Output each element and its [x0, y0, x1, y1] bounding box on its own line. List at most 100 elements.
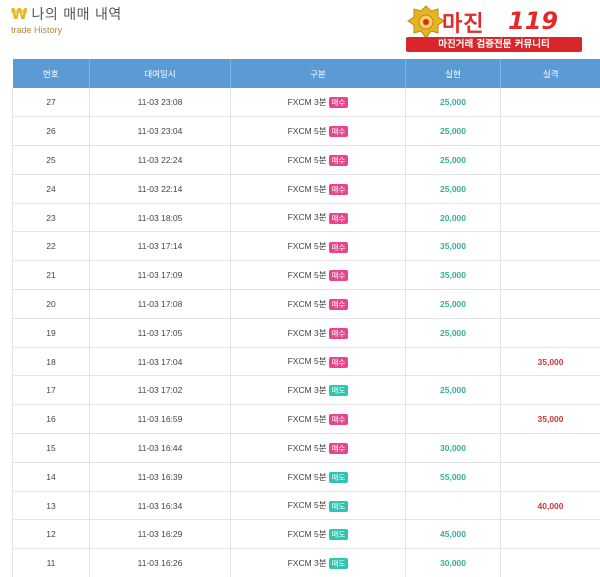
row-category: FXCM 5분 매도 — [230, 462, 406, 492]
row-number: 24 — [12, 174, 90, 204]
buy-badge: 매수 — [328, 327, 349, 339]
buy-badge: 매수 — [328, 414, 349, 426]
row-product: FXCM 5분 — [287, 154, 327, 165]
row-datetime: 11-03 17:08 — [89, 289, 231, 319]
table-row: 21 11-03 17:09 FXCM 5분 매수 35,000 — [12, 260, 600, 291]
table-row: 13 11-03 16:34 FXCM 5분 매도 40,000 — [12, 491, 600, 521]
row-category: FXCM 5분 매수 — [230, 347, 406, 377]
row-realized — [405, 347, 501, 377]
page-header: ₩ 나의 매매 내역 trade History 마진 119 마진거래 검증전… — [0, 0, 600, 56]
row-realized: 25,000 — [405, 174, 501, 204]
row-realized: 35,000 — [405, 260, 501, 291]
sell-badge: 매도 — [328, 558, 349, 570]
row-category: FXCM 3분 매수 — [230, 203, 406, 233]
logo-number: 119 — [508, 7, 559, 35]
row-realized: 25,000 — [405, 375, 501, 406]
row-failed — [500, 260, 600, 291]
table-row: 12 11-03 16:29 FXCM 5분 매도 45,000 — [12, 519, 600, 550]
table-row: 17 11-03 17:02 FXCM 3분 매도 25,000 — [12, 375, 600, 406]
row-number: 16 — [12, 404, 90, 435]
row-category: FXCM 5분 매도 — [230, 491, 406, 521]
column-header-number: 번호 — [12, 59, 90, 88]
row-number: 12 — [12, 519, 90, 550]
row-failed — [500, 433, 600, 463]
row-failed: 35,000 — [500, 404, 600, 435]
table-row: 24 11-03 22:14 FXCM 5분 매수 25,000 — [12, 174, 600, 204]
sell-badge: 매도 — [328, 529, 349, 541]
row-number: 11 — [12, 548, 90, 577]
row-realized: 20,000 — [405, 203, 501, 233]
column-header-realized: 실현 — [405, 59, 501, 88]
row-number: 21 — [12, 260, 90, 291]
row-number: 19 — [12, 318, 90, 348]
row-number: 20 — [12, 289, 90, 319]
table-row: 11 11-03 16:26 FXCM 3분 매도 30,000 — [12, 548, 600, 577]
row-datetime: 11-03 17:05 — [89, 318, 231, 348]
row-category: FXCM 3분 매수 — [230, 88, 406, 118]
table-row: 15 11-03 16:44 FXCM 5분 매수 30,000 — [12, 433, 600, 463]
row-realized: 25,000 — [405, 88, 501, 118]
row-product: FXCM 3분 — [287, 212, 327, 223]
row-category: FXCM 5분 매수 — [230, 289, 406, 319]
row-realized: 55,000 — [405, 462, 501, 492]
row-datetime: 11-03 16:29 — [89, 519, 231, 550]
row-number: 23 — [12, 203, 90, 233]
row-product: FXCM 5분 — [287, 183, 327, 194]
row-product: FXCM 5분 — [287, 500, 327, 511]
row-datetime: 11-03 22:24 — [89, 145, 231, 175]
table-row: 26 11-03 23:04 FXCM 5분 매수 25,000 — [12, 116, 600, 147]
row-product: FXCM 3분 — [287, 327, 327, 338]
row-category: FXCM 5분 매수 — [230, 260, 406, 291]
row-number: 25 — [12, 145, 90, 175]
row-failed — [500, 116, 600, 147]
row-datetime: 11-03 17:02 — [89, 375, 231, 406]
row-datetime: 11-03 17:14 — [89, 231, 231, 262]
sell-badge: 매도 — [328, 500, 349, 512]
row-realized — [405, 491, 501, 521]
row-realized: 45,000 — [405, 519, 501, 550]
table-row: 27 11-03 23:08 FXCM 3분 매수 25,000 — [12, 88, 600, 118]
table-row: 23 11-03 18:05 FXCM 3분 매수 20,000 — [12, 203, 600, 233]
row-product: FXCM 5분 — [287, 414, 327, 425]
row-number: 17 — [12, 375, 90, 406]
row-datetime: 11-03 17:04 — [89, 347, 231, 377]
row-datetime: 11-03 16:39 — [89, 462, 231, 492]
row-product: FXCM 5분 — [287, 356, 327, 367]
row-realized: 35,000 — [405, 231, 501, 262]
row-product: FXCM 5분 — [287, 442, 327, 453]
buy-badge: 매수 — [328, 241, 349, 253]
row-failed — [500, 174, 600, 204]
table-row: 14 11-03 16:39 FXCM 5분 매도 55,000 — [12, 462, 600, 492]
table-row: 20 11-03 17:08 FXCM 5분 매수 25,000 — [12, 289, 600, 319]
table-header-row: 번호 대여일시 구분 실현 실격 — [12, 59, 600, 88]
row-failed — [500, 375, 600, 406]
column-header-datetime: 대여일시 — [89, 59, 231, 88]
row-number: 27 — [12, 88, 90, 118]
row-realized: 30,000 — [405, 433, 501, 463]
table-body: 27 11-03 23:08 FXCM 3분 매수 25,000 26 11-03 23:0… — [12, 88, 600, 577]
site-logo[interactable]: 마진 119 마진거래 검증전문 커뮤니티 — [400, 4, 590, 54]
buy-badge: 매수 — [328, 183, 349, 195]
row-realized: 30,000 — [405, 548, 501, 577]
row-failed — [500, 88, 600, 118]
row-category: FXCM 5분 매도 — [230, 519, 406, 550]
row-failed: 40,000 — [500, 491, 600, 521]
row-category: FXCM 5분 매수 — [230, 404, 406, 435]
row-datetime: 11-03 16:44 — [89, 433, 231, 463]
buy-badge: 매수 — [328, 97, 349, 109]
row-datetime: 11-03 23:04 — [89, 116, 231, 147]
column-header-category: 구분 — [230, 59, 406, 88]
sell-badge: 매도 — [328, 471, 349, 483]
row-failed — [500, 289, 600, 319]
column-header-failed: 실격 — [500, 59, 600, 88]
row-number: 22 — [12, 231, 90, 262]
row-category: FXCM 5분 매수 — [230, 116, 406, 147]
row-number: 13 — [12, 491, 90, 521]
buy-badge: 매수 — [328, 126, 349, 138]
row-category: FXCM 5분 매수 — [230, 145, 406, 175]
row-category: FXCM 3분 매도 — [230, 375, 406, 406]
row-realized: 25,000 — [405, 289, 501, 319]
row-product: FXCM 5분 — [287, 126, 327, 137]
row-failed — [500, 462, 600, 492]
row-product: FXCM 5분 — [287, 241, 327, 252]
